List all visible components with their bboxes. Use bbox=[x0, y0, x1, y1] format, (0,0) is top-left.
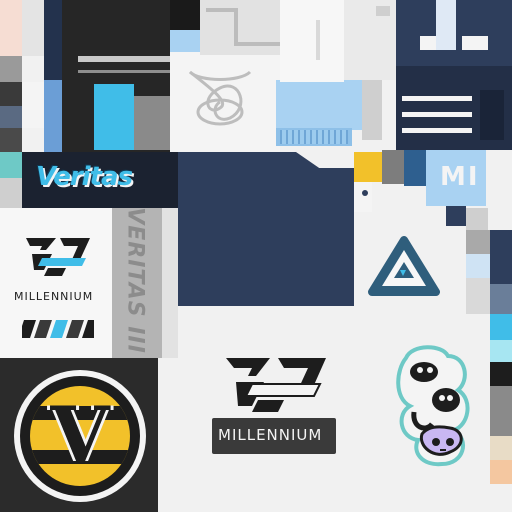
swatch-navy-r1 bbox=[446, 206, 466, 226]
white-collar bbox=[280, 0, 344, 82]
swatch-peach bbox=[0, 0, 22, 56]
navy-cloth-dot bbox=[362, 190, 368, 196]
triangle-emblem-icon bbox=[368, 236, 440, 296]
navy-white-bar-2 bbox=[462, 36, 488, 50]
jacket-shadow-block bbox=[170, 0, 200, 30]
sky-shirt-block bbox=[276, 80, 362, 130]
gray-square bbox=[382, 150, 404, 184]
swatch-sky-r1 bbox=[466, 254, 490, 278]
mini-tag-label: MI bbox=[440, 162, 480, 192]
navy-stripe-2 bbox=[402, 112, 472, 117]
swatch-dark bbox=[0, 82, 22, 106]
jacket-stripe bbox=[78, 56, 170, 62]
navy-stripe-3 bbox=[402, 128, 472, 133]
gray-bit-right-2 bbox=[466, 208, 488, 230]
swatch-charcoal bbox=[0, 128, 22, 152]
sky-corner-block bbox=[170, 30, 200, 52]
cartoon-sticker-cluster-icon bbox=[396, 345, 470, 467]
swatch-black-r1 bbox=[490, 362, 512, 386]
swatch-slate bbox=[0, 106, 22, 128]
texture-atlas: MI Veritas MILLENNIUM VERITAS III V MILL… bbox=[0, 0, 512, 512]
navy-cloth-block bbox=[178, 152, 354, 306]
lattice-line-2 bbox=[234, 42, 280, 46]
millennium-large-emblem bbox=[222, 354, 330, 418]
swatch-navy-r3 bbox=[490, 254, 512, 284]
swatch-white bbox=[22, 82, 44, 128]
millennium-large-label: MILLENNIUM bbox=[218, 426, 323, 444]
lattice-line-1 bbox=[234, 8, 238, 44]
navy-stripe-1 bbox=[402, 96, 472, 101]
jacket-cyan-block bbox=[94, 84, 134, 150]
chevron-arrows-icon bbox=[22, 320, 94, 338]
millennium-small-label: MILLENNIUM bbox=[14, 290, 94, 303]
mini-tag-white-left bbox=[404, 150, 426, 186]
white-step bbox=[352, 182, 372, 212]
sky-shirt-ribs bbox=[280, 130, 348, 144]
swatch-sky-strip bbox=[44, 80, 62, 152]
millennium-small-emblem bbox=[22, 234, 94, 282]
gray-step-1 bbox=[362, 80, 382, 140]
veritas-vertical-label: VERITAS III bbox=[122, 207, 148, 354]
navy-white-bar-3 bbox=[436, 0, 456, 50]
veritas-badge-letter: V bbox=[50, 390, 110, 479]
collar-line bbox=[316, 20, 320, 60]
swatch-gray-r2 bbox=[466, 278, 490, 314]
gray-step-2 bbox=[376, 6, 390, 16]
infinity-knot-decal bbox=[180, 58, 260, 130]
swatch-cyan-r2 bbox=[490, 340, 512, 362]
swatch-gray-r3 bbox=[490, 386, 512, 436]
swatch-beige-r1 bbox=[490, 436, 512, 460]
swatch-peach-r1 bbox=[490, 460, 512, 484]
swatch-pale bbox=[0, 178, 22, 208]
swatch-navy-r2 bbox=[490, 230, 512, 254]
swatch-teal bbox=[0, 152, 22, 178]
lattice-line-3 bbox=[206, 8, 236, 12]
swatch-gray-r1 bbox=[466, 230, 490, 254]
triangle-emblem-decal bbox=[366, 234, 442, 300]
swatch-light-gray bbox=[22, 0, 44, 56]
jacket-stripe-2 bbox=[78, 70, 170, 73]
gray-bit-right bbox=[486, 150, 512, 210]
sticker-cluster-decal bbox=[392, 342, 480, 470]
millennium-emblem-icon bbox=[26, 238, 90, 276]
navy-square bbox=[480, 90, 504, 140]
swatch-cyan-r1 bbox=[490, 314, 512, 340]
yellow-square bbox=[352, 152, 382, 182]
infinity-knot-icon bbox=[188, 70, 252, 126]
jacket-gray-block bbox=[134, 96, 170, 150]
swatch-gray bbox=[0, 56, 22, 82]
chevron-arrows bbox=[22, 318, 94, 340]
veritas-vertical-strip bbox=[162, 208, 178, 358]
veritas-graffiti-wordmark: Veritas bbox=[36, 162, 133, 192]
millennium-large-emblem-icon bbox=[226, 358, 326, 412]
swatch-slate-r1 bbox=[490, 284, 512, 314]
